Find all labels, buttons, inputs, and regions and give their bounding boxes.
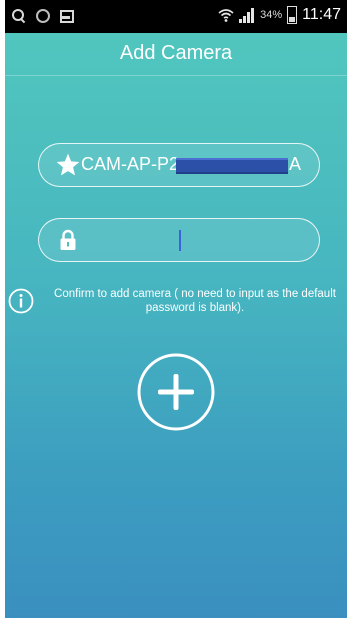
status-bar-left [11,8,74,23]
battery-percent: 34% [260,9,283,21]
messenger-icon [35,8,50,23]
add-camera-button[interactable] [136,352,216,432]
text-cursor [179,230,181,251]
page-title: Add Camera [119,42,233,64]
ssid-value-suffix: A [289,154,302,174]
password-field[interactable] [38,218,320,262]
info-icon [8,288,34,314]
ssid-field[interactable]: CAM-AP-P2 A [38,143,320,187]
redaction-bar [176,158,288,174]
wifi-icon [218,9,234,22]
search-icon [11,8,25,22]
app-screen: 34% 11:47 Add Camera CAM-AP-P2 A Confirm… [5,0,347,618]
star-icon [56,153,80,176]
plus-icon [158,374,194,410]
hint-text: Confirm to add camera ( no need to input… [54,288,336,314]
lock-icon [60,229,76,250]
password-input[interactable] [89,225,313,257]
signal-icon [239,7,255,23]
clock: 11:47 [302,6,341,23]
title-bar: Add Camera [5,33,347,76]
ssid-value-prefix: CAM-AP-P2 [81,154,180,174]
image-icon [59,8,74,23]
battery-icon [287,6,298,24]
status-bar: 34% 11:47 [5,0,347,33]
status-bar-right: 34% 11:47 [218,6,341,24]
